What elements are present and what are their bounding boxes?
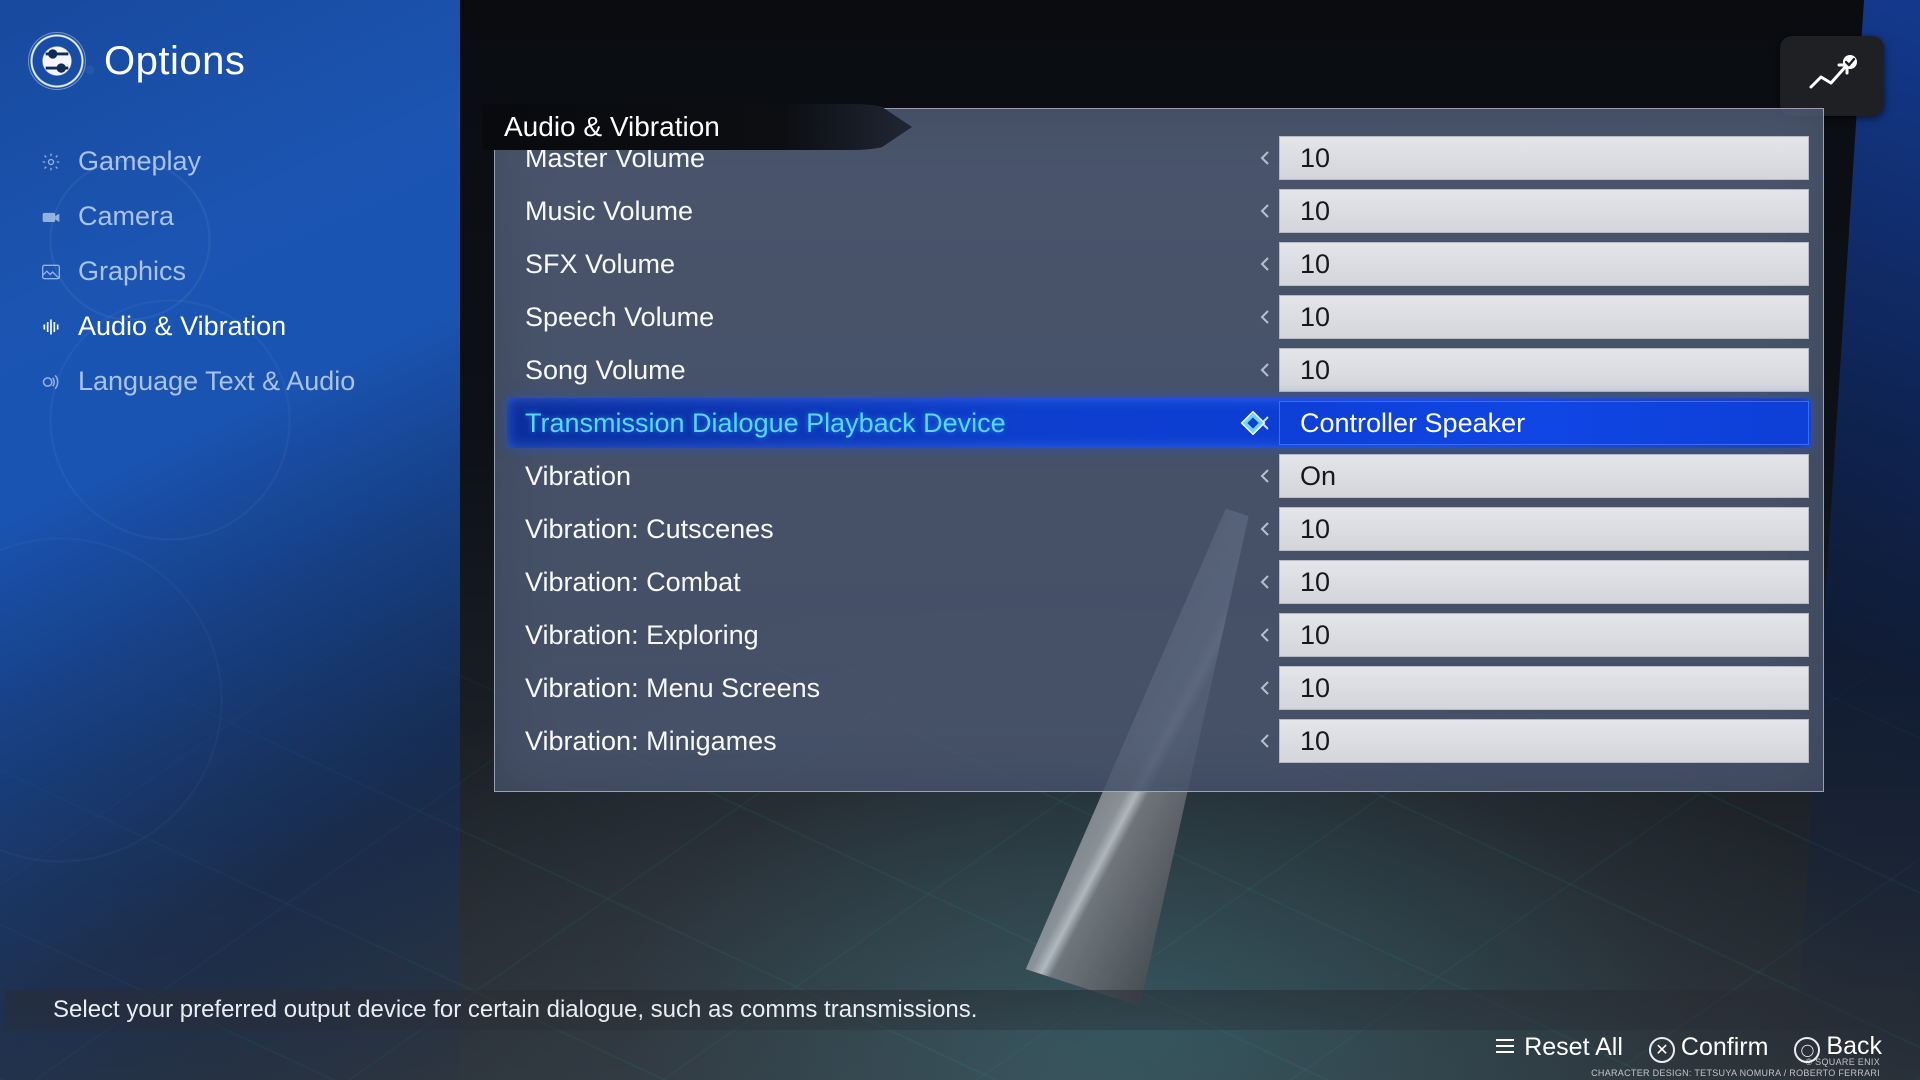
sidebar-item-camera[interactable]: Camera [0, 189, 460, 244]
audio-icon [40, 317, 62, 337]
setting-label: Vibration [507, 461, 1251, 492]
sidebar-item-label: Audio & Vibration [78, 311, 286, 342]
chevron-left-icon[interactable] [1251, 680, 1279, 696]
options-icon [28, 32, 86, 90]
setting-label: Vibration: Cutscenes [507, 514, 1251, 545]
setting-row[interactable]: Music Volume 10 [507, 186, 1811, 236]
chevron-left-icon[interactable] [1251, 627, 1279, 643]
sidebar-item-label: Gameplay [78, 146, 201, 177]
setting-label: Transmission Dialogue Playback Device [507, 408, 1251, 439]
setting-row[interactable]: Vibration On [507, 451, 1811, 501]
chevron-left-icon[interactable] [1251, 256, 1279, 272]
help-bar: Select your preferred output device for … [5, 990, 1915, 1030]
gear-icon [40, 152, 62, 172]
setting-value[interactable]: 10 [1279, 666, 1809, 710]
setting-label: Speech Volume [507, 302, 1251, 333]
sidebar-item-audio-vibration[interactable]: Audio & Vibration [0, 299, 460, 354]
setting-value[interactable]: 10 [1279, 560, 1809, 604]
setting-label: Vibration: Combat [507, 567, 1251, 598]
sidebar: Options Gameplay Camera Graphics Audio &… [0, 0, 460, 1080]
setting-value[interactable]: 10 [1279, 189, 1809, 233]
setting-row[interactable]: SFX Volume 10 [507, 239, 1811, 289]
graph-check-icon [1807, 55, 1857, 97]
chevron-left-icon[interactable] [1251, 521, 1279, 537]
credits: © SQUARE ENIX CHARACTER DESIGN: TETSUYA … [1591, 1057, 1880, 1080]
page-header: Options [0, 0, 460, 90]
cursor-diamond-icon [1238, 408, 1268, 438]
setting-row[interactable]: Vibration: Cutscenes 10 [507, 504, 1811, 554]
setting-row[interactable]: Speech Volume 10 [507, 292, 1811, 342]
setting-row[interactable]: Vibration: Minigames 10 [507, 716, 1811, 766]
chevron-left-icon[interactable] [1251, 733, 1279, 749]
setting-value[interactable]: 10 [1279, 242, 1809, 286]
page-title: Options [104, 39, 245, 84]
chevron-left-icon[interactable] [1251, 468, 1279, 484]
setting-label: SFX Volume [507, 249, 1251, 280]
setting-label: Vibration: Minigames [507, 726, 1251, 757]
chevron-left-icon[interactable] [1251, 150, 1279, 166]
settings-panel: Master Volume10Music Volume10SFX Volume1… [494, 108, 1824, 792]
image-icon [40, 263, 62, 281]
sidebar-nav: Gameplay Camera Graphics Audio & Vibrati… [0, 134, 460, 409]
panel-tab: Audio & Vibration [482, 104, 912, 150]
setting-row[interactable]: Song Volume 10 [507, 345, 1811, 395]
speech-icon [40, 372, 62, 392]
chevron-left-icon[interactable] [1251, 203, 1279, 219]
sidebar-item-label: Camera [78, 201, 174, 232]
setting-row[interactable]: Vibration: Exploring 10 [507, 610, 1811, 660]
camera-icon [40, 208, 62, 226]
setting-value[interactable]: 10 [1279, 136, 1809, 180]
setting-label: Song Volume [507, 355, 1251, 386]
sidebar-item-graphics[interactable]: Graphics [0, 244, 460, 299]
setting-value[interactable]: 10 [1279, 507, 1809, 551]
setting-value[interactable]: 10 [1279, 613, 1809, 657]
setting-row[interactable]: Vibration: Menu Screens 10 [507, 663, 1811, 713]
sidebar-item-label: Graphics [78, 256, 186, 287]
help-text: Select your preferred output device for … [53, 996, 977, 1024]
setting-value[interactable]: 10 [1279, 348, 1809, 392]
chevron-left-icon[interactable] [1251, 362, 1279, 378]
setting-row[interactable]: Vibration: Combat 10 [507, 557, 1811, 607]
panel-tab-label: Audio & Vibration [504, 111, 720, 143]
sidebar-item-language[interactable]: Language Text & Audio [0, 354, 460, 409]
chevron-left-icon[interactable] [1251, 309, 1279, 325]
graphics-mode-button[interactable] [1780, 36, 1884, 116]
setting-label: Music Volume [507, 196, 1251, 227]
setting-label: Vibration: Menu Screens [507, 673, 1251, 704]
setting-row[interactable]: Transmission Dialogue Playback Device Con… [507, 398, 1811, 448]
sidebar-item-gameplay[interactable]: Gameplay [0, 134, 460, 189]
setting-value[interactable]: 10 [1279, 295, 1809, 339]
setting-value[interactable]: On [1279, 454, 1809, 498]
setting-value[interactable]: Controller Speaker [1279, 401, 1809, 445]
sidebar-item-label: Language Text & Audio [78, 366, 355, 397]
setting-value[interactable]: 10 [1279, 719, 1809, 763]
options-button-icon [1492, 1033, 1518, 1059]
setting-label: Vibration: Exploring [507, 620, 1251, 651]
chevron-left-icon[interactable] [1251, 574, 1279, 590]
